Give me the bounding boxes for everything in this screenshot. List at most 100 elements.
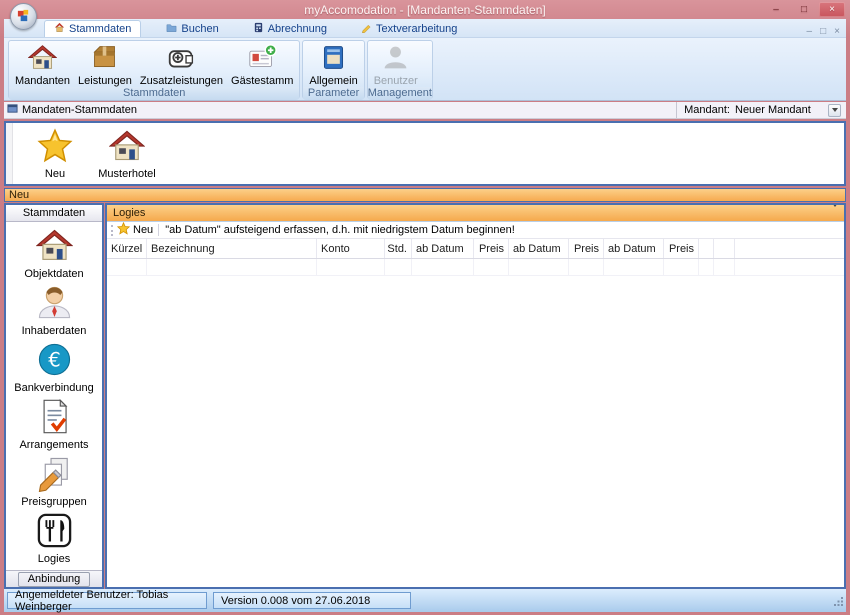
tab-buchen[interactable]: Buchen [157, 20, 227, 37]
sidebar-item-arrangements[interactable]: Arrangements [7, 398, 101, 451]
column-header-std[interactable]: Std. [385, 239, 412, 258]
column-header-preis-2[interactable]: Preis [569, 239, 604, 258]
mandant-combobox[interactable]: Mandant: Neuer Mandant [676, 102, 843, 118]
panel-neu-button[interactable]: Neu [133, 224, 153, 236]
mandant-value[interactable]: Neuer Mandant [735, 104, 823, 116]
panel-hint-text: "ab Datum" aufsteigend erfassen, d.h. mi… [165, 224, 515, 236]
mdi-close-button[interactable]: × [834, 26, 840, 37]
record-toolbar-panel: Neu Musterhotel [4, 121, 846, 186]
sidebar-item-bankverbindung[interactable]: € Bankverbindung [7, 341, 101, 394]
document-caption-bar: Mandaten-Stammdaten Mandant: Neuer Manda… [4, 102, 846, 119]
logies-panel: Logies Neu "ab Datum" aufsteigend erfass… [105, 203, 846, 589]
button-label: Leistungen [78, 75, 132, 87]
mdi-minimize-button[interactable]: – [807, 26, 813, 37]
column-header-empty [714, 239, 735, 258]
mandant-dropdown-button[interactable] [828, 103, 841, 117]
wallet-add-icon [167, 43, 196, 75]
tab-stammdaten[interactable]: Stammdaten [44, 20, 142, 37]
sidebar-item-preisgruppen[interactable]: Preisgruppen [7, 455, 101, 508]
column-header-bezeichnung[interactable]: Bezeichnung [147, 239, 317, 258]
logies-panel-header[interactable]: Logies [107, 205, 844, 222]
house-icon [35, 227, 73, 267]
contact-add-icon [248, 43, 277, 75]
sidebar-item-inhaberdaten[interactable]: Inhaberdaten [7, 284, 101, 337]
toolbar-separator [158, 224, 160, 236]
benutzer-button[interactable]: Benutzer [370, 42, 422, 87]
sidebar-footer-anbindung[interactable]: Anbindung [6, 570, 102, 587]
chevron-down-icon [832, 205, 838, 219]
package-icon [90, 43, 119, 75]
cutlery-icon [36, 512, 73, 552]
maximize-button[interactable]: □ [791, 2, 817, 17]
column-header-preis-1[interactable]: Preis [474, 239, 509, 258]
gaestestamm-button[interactable]: Gästestamm [227, 42, 297, 87]
star-icon [37, 128, 73, 167]
resize-grip[interactable] [834, 597, 844, 610]
sidebar-item-logies[interactable]: Logies [7, 512, 101, 565]
sidebar-footer-label: Anbindung [17, 571, 91, 587]
sidebar-item-label: Preisgruppen [21, 496, 87, 508]
button-label: Gästestamm [231, 75, 294, 87]
zusatzleistungen-button[interactable]: Zusatzleistungen [136, 42, 227, 87]
ribbon-group-parameter: Allgemein Parameter [302, 40, 365, 100]
house-icon [27, 43, 58, 75]
tab-abrechnung[interactable]: Abrechnung [244, 20, 336, 37]
abrechnung-tab-icon [253, 22, 264, 36]
ribbon-group-management: Benutzer Management [366, 40, 433, 100]
mdi-restore-button[interactable]: □ [820, 26, 826, 37]
star-icon [116, 221, 133, 238]
ribbon-group-stammdaten: Mandanten Leistungen Zusatzleistungen Gä… [8, 40, 301, 100]
column-header-empty [735, 239, 844, 258]
status-version-panel: Version 0.008 vom 27.06.2018 [213, 592, 411, 609]
allgemein-button[interactable]: Allgemein [305, 42, 361, 87]
sidebar-item-label: Bankverbindung [14, 382, 94, 394]
minimize-button[interactable]: – [763, 2, 789, 17]
hotel-icon [108, 128, 146, 167]
column-header-preis-3[interactable]: Preis [664, 239, 699, 258]
tab-label: Abrechnung [267, 22, 328, 35]
content-area: Stammdaten Objektdaten Inhaberdaten € Ba… [4, 203, 846, 589]
navigation-sidebar: Stammdaten Objektdaten Inhaberdaten € Ba… [4, 203, 104, 589]
sidebar-item-label: Logies [37, 553, 71, 565]
pages-pencil-icon [36, 455, 73, 495]
sidebar-item-label: Inhaberdaten [21, 325, 87, 337]
button-label: Allgemein [309, 75, 358, 87]
musterhotel-button[interactable]: Musterhotel [97, 123, 157, 184]
mandanten-button[interactable]: Mandanten [11, 42, 74, 87]
ribbon-group-label: Stammdaten [9, 87, 300, 100]
column-header-ab-datum-1[interactable]: ab Datum [412, 239, 474, 258]
panel-dropdown-button[interactable] [832, 205, 838, 219]
stammdaten-tab-icon [54, 22, 65, 36]
app-logo-icon [16, 8, 31, 26]
caption-title: Mandaten-Stammdaten [22, 104, 137, 116]
tab-label: Textverarbeitung [376, 22, 458, 35]
user-icon [381, 43, 410, 75]
application-menu-button[interactable] [10, 3, 37, 30]
leistungen-button[interactable]: Leistungen [74, 42, 136, 87]
button-label: Neu [44, 168, 66, 180]
window-title: myAccomodation - [Mandanten-Stammdaten] [304, 2, 546, 17]
person-icon [36, 284, 73, 324]
app-window: myAccomodation - [Mandanten-Stammdaten] … [0, 0, 850, 615]
column-header-ab-datum-3[interactable]: ab Datum [604, 239, 664, 258]
buchen-tab-icon [166, 22, 177, 36]
neu-button[interactable]: Neu [25, 123, 85, 184]
ribbon: Mandanten Leistungen Zusatzleistungen Gä… [4, 38, 846, 101]
button-label: Musterhotel [98, 168, 156, 180]
sidebar-header-stammdaten[interactable]: Stammdaten [6, 205, 102, 222]
table-header-row: Kürzel Bezeichnung Konto Std. ab Datum P… [107, 239, 844, 259]
column-header-kuerzel[interactable]: Kürzel [107, 239, 147, 258]
column-header-konto[interactable]: Konto [317, 239, 385, 258]
close-button[interactable]: × [819, 2, 845, 17]
button-label: Benutzer [373, 75, 418, 87]
tab-label: Stammdaten [69, 23, 132, 35]
status-user-panel: Angemeldeter Benutzer: Tobias Weinberger [7, 589, 207, 613]
column-header-ab-datum-2[interactable]: ab Datum [509, 239, 569, 258]
table-empty-row [107, 259, 844, 276]
tab-textverarbeitung[interactable]: Textverarbeitung [352, 20, 466, 37]
column-header-empty [699, 239, 714, 258]
sidebar-item-objektdaten[interactable]: Objektdaten [7, 227, 101, 280]
toolbar-gutter [6, 123, 13, 184]
sidebar-item-label: Objektdaten [24, 268, 84, 280]
section-header-neu: Neu [4, 188, 846, 202]
